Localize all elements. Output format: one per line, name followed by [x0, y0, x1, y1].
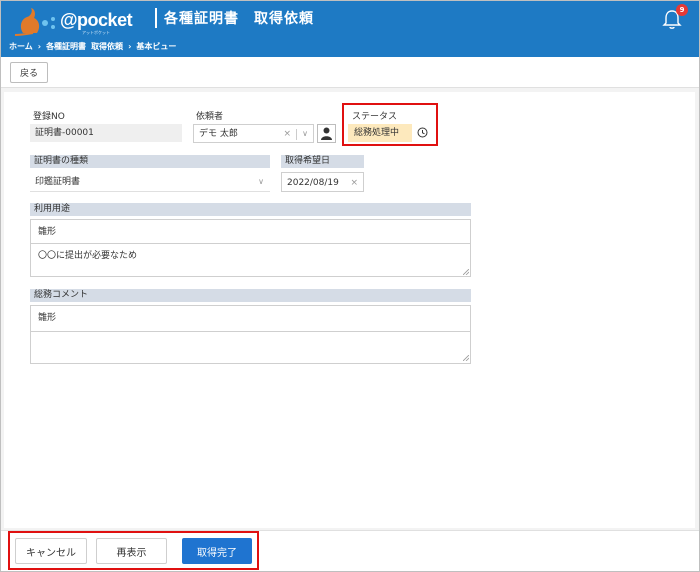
chevron-down-icon[interactable]: ∨	[302, 125, 308, 143]
comment-line-1[interactable]: 雛形	[30, 305, 471, 332]
resize-handle-icon[interactable]	[463, 355, 469, 361]
comment-header: 総務コメント	[30, 289, 471, 302]
chevron-down-icon[interactable]: ∨	[258, 172, 264, 192]
redisplay-button[interactable]: 再表示	[96, 538, 167, 564]
resize-handle-icon[interactable]	[463, 269, 469, 275]
breadcrumb: ホーム › 各種証明書 取得依頼 › 基本ビュー	[9, 41, 176, 52]
desired-date-value: 2022/08/19	[287, 178, 339, 188]
cert-type-select[interactable]: 印鑑証明書 ∨	[30, 172, 270, 192]
desired-date-input[interactable]: 2022/08/19 ×	[281, 172, 364, 192]
requester-label: 依頼者	[196, 112, 224, 122]
requester-value: デモ 太郎	[199, 129, 238, 139]
logo-text: @pocket	[60, 10, 133, 30]
breadcrumb-request[interactable]: 取得依頼	[91, 41, 123, 52]
clock-icon[interactable]	[417, 127, 428, 138]
title-divider	[155, 8, 157, 28]
requester-select[interactable]: デモ 太郎 × ∨	[193, 124, 314, 143]
notification-badge: 9	[676, 4, 688, 16]
clear-icon[interactable]: ×	[283, 125, 291, 143]
breadcrumb-separator-icon: ›	[128, 42, 132, 51]
cert-type-value: 印鑑証明書	[35, 177, 81, 187]
usage-line-1[interactable]: 雛形	[30, 219, 471, 244]
reg-no-field: 証明書-00001	[30, 124, 182, 142]
desired-date-header: 取得希望日	[281, 155, 364, 168]
cancel-button[interactable]: キャンセル	[15, 538, 87, 564]
clear-icon[interactable]: ×	[350, 173, 358, 193]
breadcrumb-certificates[interactable]: 各種証明書	[46, 41, 86, 52]
usage-textarea[interactable]: 〇〇に提出が必要なため	[30, 244, 471, 277]
breadcrumb-home[interactable]: ホーム	[9, 41, 33, 52]
usage-header: 利用用途	[30, 203, 471, 216]
breadcrumb-basic-view[interactable]: 基本ビュー	[136, 41, 176, 52]
breadcrumb-separator-icon: ›	[37, 42, 42, 51]
select-divider	[296, 129, 297, 140]
complete-button[interactable]: 取得完了	[182, 538, 252, 564]
reg-no-label: 登録NO	[33, 112, 65, 122]
comment-textarea[interactable]	[30, 332, 471, 364]
status-badge: 総務処理中	[348, 124, 412, 142]
cert-type-header: 証明書の種類	[30, 155, 270, 168]
toolbar: 戻る	[1, 57, 699, 88]
person-icon	[321, 127, 332, 140]
back-button[interactable]: 戻る	[10, 62, 48, 83]
user-picker-button[interactable]	[317, 124, 336, 143]
status-label: ステータス	[352, 112, 398, 122]
page-title: 各種証明書 取得依頼	[164, 11, 314, 27]
logo-subtext: アットポケット	[82, 30, 110, 35]
